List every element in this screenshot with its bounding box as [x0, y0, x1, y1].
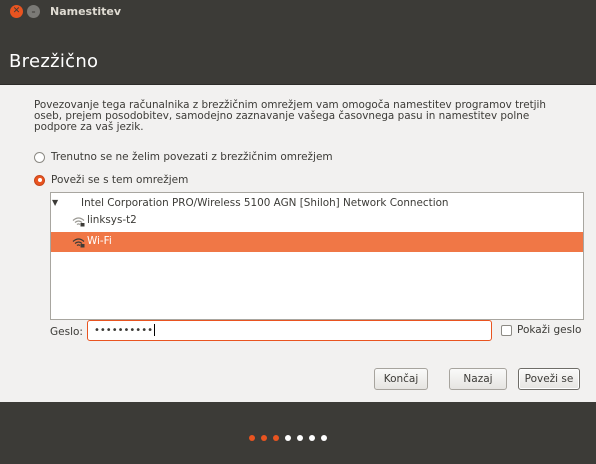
password-input[interactable]: •••••••••• [87, 320, 492, 341]
adapter-row[interactable]: ▼ Intel Corporation PRO/Wireless 5100 AG… [51, 197, 583, 211]
progress-dot [309, 435, 315, 441]
progress-dot [321, 435, 327, 441]
expander-down-icon[interactable]: ▼ [52, 198, 58, 207]
show-password-checkbox[interactable] [501, 324, 512, 336]
minimize-window-button[interactable]: – [27, 5, 40, 18]
page-title: Brezžično [9, 51, 99, 72]
title-bar: ✕ – Namestitev [0, 0, 596, 24]
network-row-wifi[interactable]: Wi-Fi [51, 232, 583, 252]
show-password-label: Pokaži geslo [517, 324, 582, 336]
show-password-toggle[interactable]: Pokaži geslo [501, 324, 581, 336]
network-ssid: Wi-Fi [87, 235, 112, 247]
password-label: Geslo: [50, 326, 83, 338]
text-cursor [153, 324, 155, 336]
network-list[interactable]: ▼ Intel Corporation PRO/Wireless 5100 AG… [50, 192, 584, 320]
option-no-connect[interactable]: Trenutno se ne želim povezati z brezžičn… [34, 151, 333, 163]
progress-dot [249, 435, 255, 441]
installer-window: ✕ – Namestitev Brezžično Povezovanje teg… [0, 0, 596, 464]
footer-bar [0, 402, 596, 464]
progress-dots [0, 435, 596, 441]
option-connect-network[interactable]: Poveži se s tem omrežjem [34, 174, 188, 186]
close-icon: ✕ [12, 6, 21, 16]
progress-dot [297, 435, 303, 441]
window-title: Namestitev [50, 5, 122, 18]
close-window-button[interactable]: ✕ [10, 5, 23, 18]
password-value: •••••••••• [94, 325, 153, 336]
wifi-secure-icon [72, 217, 85, 227]
network-ssid: linksys-t2 [87, 214, 137, 226]
network-row-linksys[interactable]: linksys-t2 [51, 211, 583, 231]
back-button[interactable]: Nazaj [449, 368, 507, 390]
connect-button[interactable]: Poveži se [518, 368, 580, 390]
wifi-secure-icon [72, 238, 85, 248]
quit-button[interactable]: Končaj [374, 368, 428, 390]
progress-dot [273, 435, 279, 441]
main-content: Povezovanje tega računalnika z brezžični… [0, 85, 596, 402]
page-header: Brezžično [0, 24, 596, 85]
option-connect-network-label: Poveži se s tem omrežjem [51, 174, 189, 186]
minimize-icon: – [31, 6, 36, 16]
description-text: Povezovanje tega računalnika z brezžični… [34, 99, 547, 133]
radio-connect-network[interactable] [34, 174, 45, 186]
radio-no-connect[interactable] [34, 151, 45, 163]
option-no-connect-label: Trenutno se ne želim povezati z brezžičn… [51, 151, 333, 163]
progress-dot [285, 435, 291, 441]
progress-dot [261, 435, 267, 441]
adapter-label: Intel Corporation PRO/Wireless 5100 AGN … [81, 197, 449, 209]
